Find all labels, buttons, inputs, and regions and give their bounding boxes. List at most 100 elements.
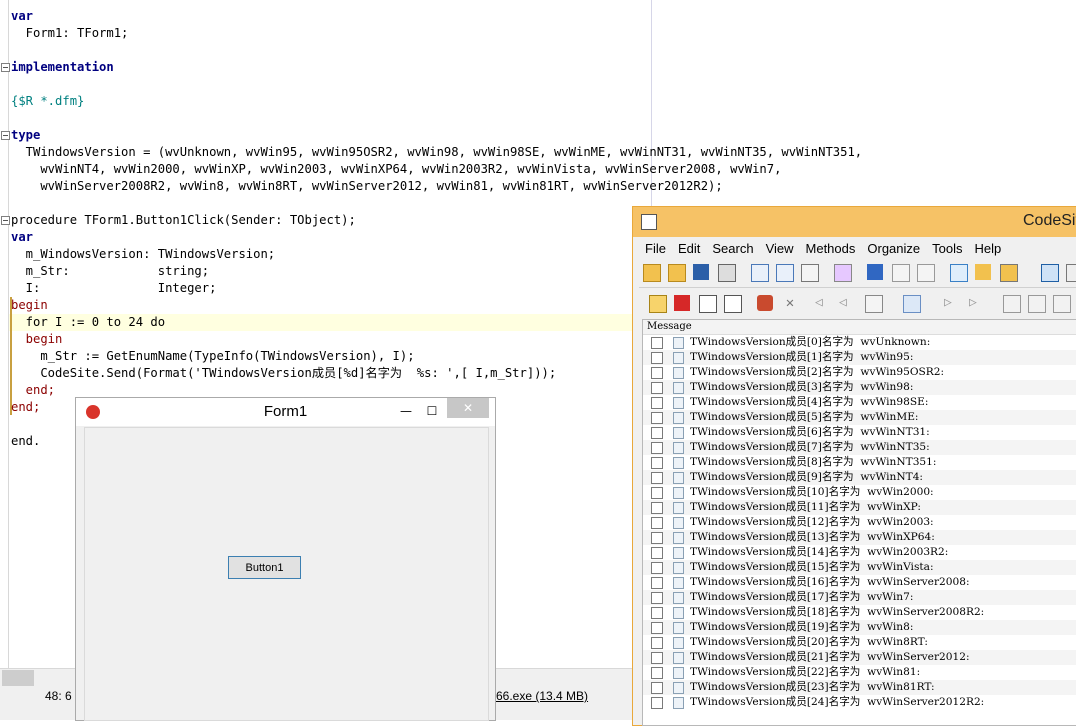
message-row[interactable]: TWindowsVersion成员[13]名字为 wvWinXP64: (643, 530, 1076, 545)
message-row[interactable]: TWindowsVersion成员[24]名字为 wvWinServer2012… (643, 695, 1076, 710)
message-expand-icon[interactable] (651, 487, 663, 499)
image-icon[interactable] (892, 264, 910, 282)
button1[interactable]: Button1 (228, 556, 301, 579)
message-row[interactable]: TWindowsVersion成员[19]名字为 wvWin8: (643, 620, 1076, 635)
flag-icon[interactable] (674, 295, 690, 311)
next-icon[interactable]: ▷ (944, 295, 960, 311)
message-row[interactable]: TWindowsVersion成员[14]名字为 wvWin2003R2: (643, 545, 1076, 560)
grid-icon[interactable] (1053, 295, 1071, 313)
menu-search[interactable]: Search (706, 238, 759, 260)
message-expand-icon[interactable] (651, 352, 663, 364)
copy-log-icon[interactable] (776, 264, 794, 282)
menu-file[interactable]: File (639, 238, 672, 260)
open-add-icon[interactable] (668, 264, 686, 282)
bookmark-icon[interactable] (865, 295, 883, 313)
message-expand-icon[interactable] (651, 607, 663, 619)
clear-icon[interactable] (801, 264, 819, 282)
message-expand-icon[interactable] (651, 367, 663, 379)
message-expand-icon[interactable] (651, 652, 663, 664)
exe-file-link[interactable]: 66.exe (13.4 MB) (496, 689, 588, 703)
fold-toggle-icon[interactable] (1, 63, 10, 72)
message-expand-icon[interactable] (651, 562, 663, 574)
message-row[interactable]: TWindowsVersion成员[3]名字为 wvWin98: (643, 380, 1076, 395)
message-expand-icon[interactable] (651, 382, 663, 394)
message-row[interactable]: TWindowsVersion成员[1]名字为 wvWin95: (643, 350, 1076, 365)
message-expand-icon[interactable] (651, 397, 663, 409)
message-row[interactable]: TWindowsVersion成员[23]名字为 wvWin81RT: (643, 680, 1076, 695)
scrollbar-thumb[interactable] (2, 670, 34, 686)
message-row[interactable]: TWindowsVersion成员[4]名字为 wvWin98SE: (643, 395, 1076, 410)
message-expand-icon[interactable] (651, 592, 663, 604)
message-expand-icon[interactable] (651, 697, 663, 709)
message-row[interactable]: TWindowsVersion成员[11]名字为 wvWinXP: (643, 500, 1076, 515)
print-icon[interactable] (718, 264, 736, 282)
message-column-header[interactable]: Message (643, 320, 1076, 335)
indent-icon[interactable] (724, 295, 742, 313)
minimize-button[interactable]: — (394, 401, 418, 421)
add-icon[interactable] (867, 264, 883, 280)
message-row[interactable]: TWindowsVersion成员[7]名字为 wvWinNT35: (643, 440, 1076, 455)
message-expand-icon[interactable] (651, 637, 663, 649)
message-row[interactable]: TWindowsVersion成员[10]名字为 wvWin2000: (643, 485, 1076, 500)
close-button[interactable]: ✕ (447, 398, 489, 418)
export-icon[interactable] (950, 264, 968, 282)
message-expand-icon[interactable] (651, 667, 663, 679)
message-expand-icon[interactable] (651, 547, 663, 559)
fold-toggle-icon[interactable] (1, 216, 10, 225)
message-row[interactable]: TWindowsVersion成员[21]名字为 wvWinServer2012… (643, 650, 1076, 665)
message-row[interactable]: TWindowsVersion成员[8]名字为 wvWinNT351: (643, 455, 1076, 470)
window-icon[interactable] (917, 264, 935, 282)
menu-methods[interactable]: Methods (800, 238, 862, 260)
message-row[interactable]: TWindowsVersion成员[18]名字为 wvWinServer2008… (643, 605, 1076, 620)
last-icon[interactable]: ▷ (969, 295, 985, 311)
message-row[interactable]: TWindowsVersion成员[12]名字为 wvWin2003: (643, 515, 1076, 530)
message-expand-icon[interactable] (651, 412, 663, 424)
list-icon[interactable] (903, 295, 921, 313)
message-list[interactable]: Message TWindowsVersion成员[0]名字为 wvUnknow… (642, 319, 1076, 726)
message-expand-icon[interactable] (651, 457, 663, 469)
tree-collapse-icon[interactable] (1028, 295, 1046, 313)
message-expand-icon[interactable] (651, 622, 663, 634)
form1-titlebar[interactable]: Form1 — ☐ ✕ (76, 398, 495, 426)
message-row[interactable]: TWindowsVersion成员[0]名字为 wvUnknown: (643, 335, 1076, 350)
panel-icon[interactable] (1066, 264, 1076, 282)
delete-icon[interactable]: ✕ (782, 295, 798, 311)
menu-help[interactable]: Help (969, 238, 1008, 260)
open-icon[interactable] (643, 264, 661, 282)
maximize-button[interactable]: ☐ (420, 401, 444, 421)
message-expand-icon[interactable] (651, 427, 663, 439)
message-expand-icon[interactable] (651, 337, 663, 349)
message-row[interactable]: TWindowsVersion成员[17]名字为 wvWin7: (643, 590, 1076, 605)
prev-icon[interactable]: ◁ (839, 295, 855, 311)
message-expand-icon[interactable] (651, 442, 663, 454)
message-row[interactable]: TWindowsVersion成员[20]名字为 wvWin8RT: (643, 635, 1076, 650)
filter-icon[interactable] (834, 264, 852, 282)
codesite-viewer-window[interactable]: CodeSit File Edit Search View Methods Organiz… (632, 206, 1076, 726)
message-row[interactable]: TWindowsVersion成员[9]名字为 wvWinNT4: (643, 470, 1076, 485)
menu-organize[interactable]: Organize (861, 238, 926, 260)
tree-expand-icon[interactable] (1003, 295, 1021, 313)
note-icon[interactable] (649, 295, 667, 313)
message-row[interactable]: TWindowsVersion成员[6]名字为 wvWinNT31: (643, 425, 1076, 440)
message-row[interactable]: TWindowsVersion成员[15]名字为 wvWinVista: (643, 560, 1076, 575)
save-icon[interactable] (693, 264, 709, 280)
codesite-titlebar[interactable]: CodeSit (633, 207, 1076, 237)
layout-icon[interactable] (1041, 264, 1059, 282)
archive-icon[interactable] (1000, 264, 1018, 282)
message-row[interactable]: TWindowsVersion成员[5]名字为 wvWinME: (643, 410, 1076, 425)
message-expand-icon[interactable] (651, 682, 663, 694)
message-expand-icon[interactable] (651, 472, 663, 484)
message-expand-icon[interactable] (651, 532, 663, 544)
eraser-icon[interactable] (757, 295, 773, 311)
message-row[interactable]: TWindowsVersion成员[16]名字为 wvWinServer2008… (643, 575, 1076, 590)
message-expand-icon[interactable] (651, 577, 663, 589)
menu-edit[interactable]: Edit (672, 238, 706, 260)
message-expand-icon[interactable] (651, 502, 663, 514)
fold-toggle-icon[interactable] (1, 131, 10, 140)
menu-tools[interactable]: Tools (926, 238, 968, 260)
new-log-icon[interactable] (751, 264, 769, 282)
align-icon[interactable] (699, 295, 717, 313)
message-row[interactable]: TWindowsVersion成员[2]名字为 wvWin95OSR2: (643, 365, 1076, 380)
message-expand-icon[interactable] (651, 517, 663, 529)
form1-window[interactable]: Form1 — ☐ ✕ Button1 (75, 397, 496, 721)
